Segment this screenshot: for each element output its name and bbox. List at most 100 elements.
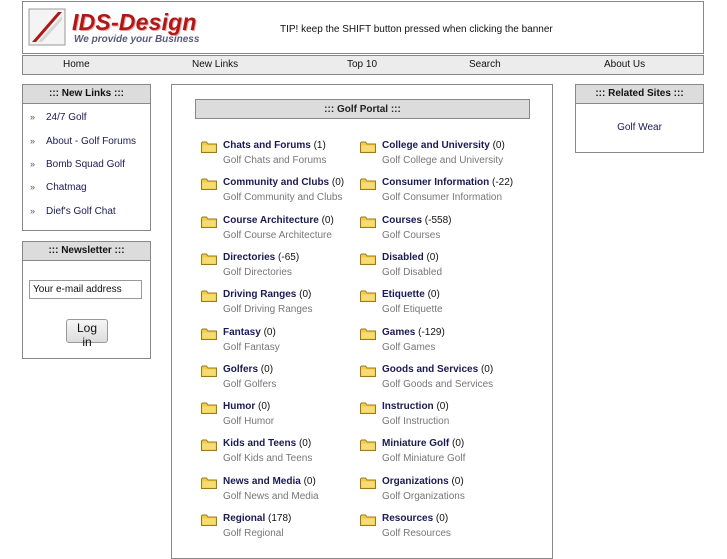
category-count: (0) — [480, 363, 494, 375]
category-link[interactable]: College and University (0) — [382, 140, 505, 151]
category-name: Directories — [223, 251, 276, 263]
category-link[interactable]: Driving Ranges (0) — [223, 289, 311, 300]
category-description: Golf Etiquette — [382, 304, 443, 316]
category-link[interactable]: Kids and Teens (0) — [223, 438, 311, 449]
new-link-label: Chatmag — [46, 182, 87, 193]
category-name: Fantasy — [223, 326, 261, 338]
folder-icon — [360, 365, 376, 377]
double-chevron-icon: » — [30, 206, 36, 216]
folder-icon — [201, 178, 217, 191]
category-count: (0) — [298, 438, 312, 450]
folder-icon — [201, 290, 217, 303]
newsletter-title: ::: Newsletter ::: — [23, 242, 150, 261]
folder-icon — [360, 290, 376, 303]
new-link-item[interactable]: » Dief's Golf Chat — [30, 206, 116, 217]
category-link[interactable]: Consumer Information (-22) — [382, 177, 513, 188]
category-link[interactable]: Disabled (0) — [382, 252, 439, 263]
category-name: Games — [382, 326, 416, 338]
nav-about-link[interactable]: About Us — [604, 59, 645, 70]
folder-icon — [201, 439, 217, 452]
golf-wear-link[interactable]: Golf Wear — [576, 122, 703, 133]
category-link[interactable]: Miniature Golf (0) — [382, 438, 464, 449]
category-count: (0) — [331, 177, 345, 189]
category-count: (0) — [263, 326, 276, 338]
category-name: Courses — [382, 214, 423, 226]
category-name: Community and Clubs — [223, 177, 330, 189]
email-input[interactable] — [29, 280, 142, 299]
category-description: Golf Instruction — [382, 416, 450, 428]
category-link[interactable]: Goods and Services (0) — [382, 364, 493, 375]
folder-icon — [201, 402, 217, 415]
category-link[interactable]: Course Architecture (0) — [223, 215, 334, 226]
folder-icon — [201, 141, 217, 153]
category-link[interactable]: Courses (-558) — [382, 215, 451, 226]
double-chevron-icon: » — [30, 182, 36, 192]
main-nav: Home New Links Top 10 Search About Us — [22, 55, 704, 75]
nav-search-link[interactable]: Search — [469, 59, 501, 70]
new-links-panel: ::: New Links ::: » 24/7 Golf » About - Go… — [22, 84, 151, 231]
category-link[interactable]: Humor (0) — [223, 401, 270, 412]
category-link[interactable]: Fantasy (0) — [223, 327, 276, 338]
category-link[interactable]: Regional (178) — [223, 513, 291, 524]
nav-home-link[interactable]: Home — [63, 59, 90, 70]
nav-top10-link[interactable]: Top 10 — [347, 59, 377, 70]
folder-icon — [201, 514, 217, 526]
folder-icon — [360, 402, 376, 415]
category-description: Golf Chats and Forums — [223, 155, 327, 166]
login-button[interactable]: Log in — [66, 319, 108, 349]
folder-icon — [360, 141, 376, 153]
category-description: Golf Courses — [382, 229, 441, 241]
category-count: (0) — [427, 289, 440, 301]
category-description: Golf Humor — [223, 416, 275, 428]
new-link-item[interactable]: » 24/7 Golf — [30, 112, 87, 123]
related-sites-title: ::: Related Sites ::: — [576, 85, 703, 104]
category-name: Chats and Forums — [223, 140, 311, 151]
site-header: IDS-Design We provide your Business TIP!… — [22, 1, 704, 54]
new-link-item[interactable]: » Chatmag — [30, 182, 87, 193]
category-description: Golf Games — [382, 341, 436, 353]
category-count: (0) — [260, 363, 274, 375]
new-link-label: 24/7 Golf — [46, 112, 87, 123]
new-link-item[interactable]: » About - Golf Forums — [30, 136, 136, 147]
category-link[interactable]: Games (-129) — [382, 327, 445, 338]
folder-icon — [201, 477, 217, 489]
category-name: Humor — [223, 401, 256, 413]
category-link[interactable]: Golfers (0) — [223, 364, 273, 375]
category-description: Golf Driving Ranges — [223, 304, 313, 316]
category-description: Golf Community and Clubs — [223, 192, 343, 204]
category-count: (0) — [299, 289, 312, 301]
category-description: Golf Resources — [382, 528, 451, 539]
category-link[interactable]: Directories (-65) — [223, 252, 299, 263]
category-count: (0) — [492, 140, 505, 151]
category-link[interactable]: Etiquette (0) — [382, 289, 440, 300]
category-name: Miniature Golf — [382, 438, 450, 450]
category-count: (1) — [313, 140, 326, 151]
category-link[interactable]: Instruction (0) — [382, 401, 449, 412]
nav-new-links-link[interactable]: New Links — [192, 59, 238, 70]
folder-icon — [360, 514, 376, 526]
category-name: Instruction — [382, 401, 434, 413]
category-link[interactable]: Resources (0) — [382, 513, 448, 524]
category-count: (-65) — [278, 251, 300, 263]
category-description: Golf Disabled — [382, 266, 443, 278]
category-description: Golf Miniature Golf — [382, 453, 466, 465]
category-count: (0) — [258, 401, 271, 413]
category-link[interactable]: Organizations (0) — [382, 476, 464, 487]
category-name: College and University — [382, 140, 490, 151]
category-link[interactable]: Community and Clubs (0) — [223, 177, 344, 188]
folder-icon — [360, 477, 376, 489]
category-description: Golf Goods and Services — [382, 378, 494, 390]
golf-portal-panel: ::: Golf Portal ::: Chats and Forums (1)… — [171, 84, 553, 559]
folder-icon — [360, 328, 376, 340]
folder-icon — [360, 439, 376, 452]
double-chevron-icon: » — [30, 112, 36, 122]
category-description: Golf Golfers — [223, 378, 277, 390]
new-link-item[interactable]: » Bomb Squad Golf — [30, 159, 125, 170]
category-name: Goods and Services — [382, 363, 479, 375]
logo-title[interactable]: IDS-Design — [72, 9, 197, 36]
category-link[interactable]: News and Media (0) — [223, 476, 316, 487]
golf-portal-title: ::: Golf Portal ::: — [195, 99, 530, 119]
category-count: (-22) — [492, 177, 514, 189]
category-description: Golf College and University — [382, 155, 504, 166]
category-link[interactable]: Chats and Forums (1) — [223, 140, 326, 151]
